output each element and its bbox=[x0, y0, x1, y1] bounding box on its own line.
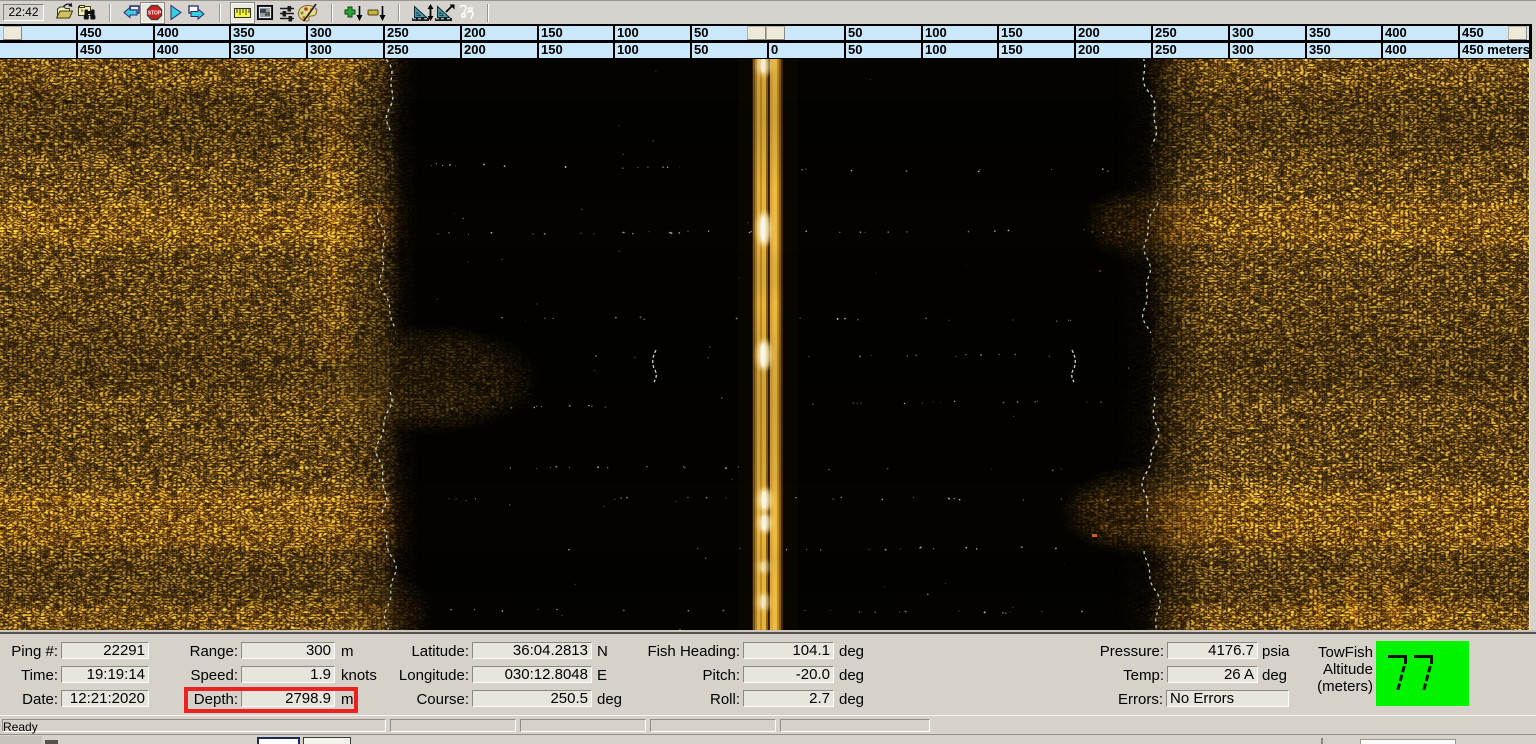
svg-text:STOP: STOP bbox=[148, 11, 162, 17]
